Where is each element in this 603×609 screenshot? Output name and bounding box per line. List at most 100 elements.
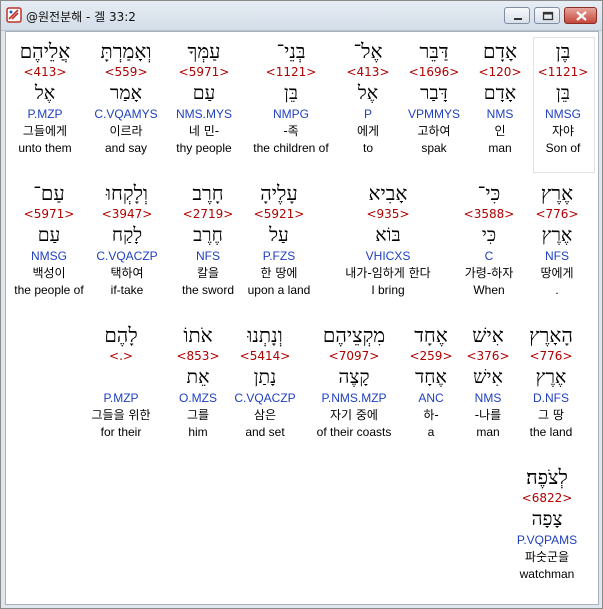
parsing-code: C.VQAMYS (94, 107, 158, 121)
korean-gloss: -족 (283, 124, 299, 138)
english-gloss: if-take (110, 283, 144, 297)
strong-number[interactable]: <935> (331, 206, 445, 222)
hebrew-word: מִקְצֵיהֶם (322, 323, 386, 347)
english-gloss: unto them (18, 141, 72, 155)
parsing-code: P.NMS.MZP (321, 391, 387, 405)
hebrew-word: אֶחָד (414, 323, 448, 347)
english-gloss: to (362, 141, 373, 155)
parsing-code: C.VQACZP (96, 249, 158, 263)
lemma: חֶרֶב (193, 224, 223, 246)
lemma: עַם (192, 82, 216, 104)
word-block[interactable]: וְלָקְחוּ <3947> לָקַח C.VQACZP 택하여 if-t… (88, 180, 166, 298)
lemma: אֶל (34, 82, 56, 104)
korean-gloss: 한 땅에 (260, 266, 298, 280)
hebrew-word: אֶרֶץ (540, 181, 574, 205)
hebrew-word: עַמְּךָ (187, 39, 221, 63)
word-block[interactable]: חָרֶב <2719> חֶרֶב NFS 칼을 the sword (169, 180, 247, 298)
word-block[interactable]: עָלֶיהָ <5921> עַל P.FZS 한 땅에 upon a lan… (240, 180, 318, 298)
strong-number[interactable]: <7097> (306, 348, 402, 364)
word-block[interactable]: אֶחָד <259> אֶחָד ANC 하- a (392, 322, 470, 440)
korean-gloss: 삼은 (253, 408, 277, 422)
strong-number[interactable]: <413> (329, 64, 407, 80)
korean-gloss: 그를 (186, 408, 210, 422)
parsing-code: P.MZP (27, 107, 63, 121)
word-block[interactable]: עַמְּךָ <5971> עַם NMS.MYS 네 민- thy peop… (165, 38, 243, 156)
strong-number[interactable]: <1121> (247, 64, 335, 80)
korean-gloss: 백성이 (32, 266, 66, 280)
korean-gloss: 가령-하자 (464, 266, 514, 280)
lemma: אֶחָד (415, 366, 447, 388)
english-gloss: and say (104, 141, 148, 155)
korean-gloss: 네 민- (188, 124, 220, 138)
english-gloss: . (555, 283, 559, 297)
strong-number[interactable]: <5971> (165, 64, 243, 80)
close-button[interactable] (564, 7, 597, 24)
word-block[interactable]: אֲלֵיהֶם <413> אֶל P.MZP 그들에게 unto them (6, 38, 84, 156)
lemma: נָתַן (253, 366, 277, 388)
word-block[interactable]: אֹתוֹ <853> אֵת O.MZS 그를 him (159, 322, 237, 440)
word-block[interactable]: בְּנֵי־ <1121> בֵּן NMPG -족 the children… (247, 38, 335, 156)
english-gloss: the people of (14, 283, 84, 297)
strong-number[interactable]: <259> (392, 348, 470, 364)
lemma: בֵּן (284, 82, 298, 104)
word-block[interactable]: לְצֹפֶה׃ <6822> צָפָה P.VQPAMS 파숫군을 watc… (508, 464, 586, 582)
korean-gloss: 그들을 위한 (91, 408, 151, 422)
app-window: @원전분해 - 겔 33:2 בֶּן <1121> בֵּן NMSG 자야 … (0, 0, 603, 609)
word-block[interactable]: וְאָמַרְתָּ <559> אָמַר C.VQAMYS 이르라 and… (87, 38, 165, 156)
hebrew-word: בְּנֵי־ (276, 39, 306, 63)
strong-number[interactable]: <6822> (508, 490, 586, 506)
word-block[interactable]: אֶל־ <413> אֶל P 에게 to (329, 38, 407, 156)
maximize-button[interactable] (534, 7, 560, 24)
parsing-code: NFS (545, 249, 569, 263)
lemma: לָקַח (111, 224, 143, 246)
word-block[interactable]: אֶרֶץ <776> אֶרֶץ NFS 땅에게 . (518, 180, 596, 298)
korean-gloss: 그들에게 (22, 124, 68, 138)
parsing-code: VHICXS (365, 249, 411, 263)
hebrew-word: אֹתוֹ (183, 323, 213, 347)
english-gloss: him (188, 425, 208, 439)
parsing-code: P (363, 107, 372, 121)
hebrew-word: אֲלֵיהֶם (19, 39, 71, 63)
english-gloss: When (473, 283, 505, 297)
word-block[interactable]: לָהֶם <.> P.MZP 그들을 위한 for their (76, 322, 166, 440)
strong-number[interactable]: <3947> (88, 206, 166, 222)
strong-number[interactable]: <5921> (240, 206, 318, 222)
lemma: אֵת (186, 366, 210, 388)
strong-number[interactable]: <559> (87, 64, 165, 80)
lemma: עַם (37, 224, 61, 246)
minimize-button[interactable] (504, 7, 530, 24)
word-block[interactable]: וְנָתְנוּ <5414> נָתַן C.VQACZP 삼은 and s… (226, 322, 304, 440)
word-block[interactable]: עַם־ <5971> עַם NMSG 백성이 the people of (6, 180, 92, 298)
word-block[interactable]: כִּי־ <3588> כִּי C 가령-하자 When (450, 180, 528, 298)
word-block[interactable]: מִקְצֵיהֶם <7097> קָצֶה P.NMS.MZP 자기 중에 … (306, 322, 402, 440)
hebrew-word: חָרֶב (192, 181, 224, 205)
analysis-panel: בֶּן <1121> בֵּן NMSG 자야 Son of אָדָם <1… (5, 31, 599, 605)
lemma: קָצֶה (338, 366, 370, 388)
lemma: עַל (269, 224, 289, 246)
english-gloss: watchman (519, 567, 575, 581)
strong-number[interactable]: <5414> (226, 348, 304, 364)
strong-number[interactable]: <.> (76, 348, 166, 364)
strong-number[interactable]: <2719> (169, 206, 247, 222)
strong-number[interactable]: <853> (159, 348, 237, 364)
strong-number[interactable]: <5971> (6, 206, 92, 222)
korean-gloss: 택하여 (110, 266, 144, 280)
hebrew-word: וְלָקְחוּ (105, 181, 149, 205)
korean-gloss: 하- (423, 408, 439, 422)
title-bar[interactable]: @원전분해 - 겔 33:2 (1, 1, 602, 31)
korean-gloss: 이르라 (109, 124, 143, 138)
hebrew-word: עָלֶיהָ (260, 181, 298, 205)
lemma: אֶל (357, 82, 379, 104)
parsing-code: NMSG (31, 249, 67, 263)
word-block[interactable]: אָבִיא <935> בּוֹא VHICXS 내가-임하게 한다 I br… (331, 180, 445, 298)
strong-number[interactable]: <776> (518, 206, 596, 222)
korean-gloss: 칼을 (196, 266, 220, 280)
strong-number[interactable]: <413> (6, 64, 84, 80)
korean-gloss: 땅에게 (540, 266, 574, 280)
parsing-code: P.FZS (262, 249, 296, 263)
lemma (76, 364, 166, 390)
strong-number[interactable]: <3588> (450, 206, 528, 222)
lemma: אֶרֶץ (541, 224, 573, 246)
hebrew-word: כִּי־ (477, 181, 501, 205)
hebrew-word: עַם־ (33, 181, 65, 205)
